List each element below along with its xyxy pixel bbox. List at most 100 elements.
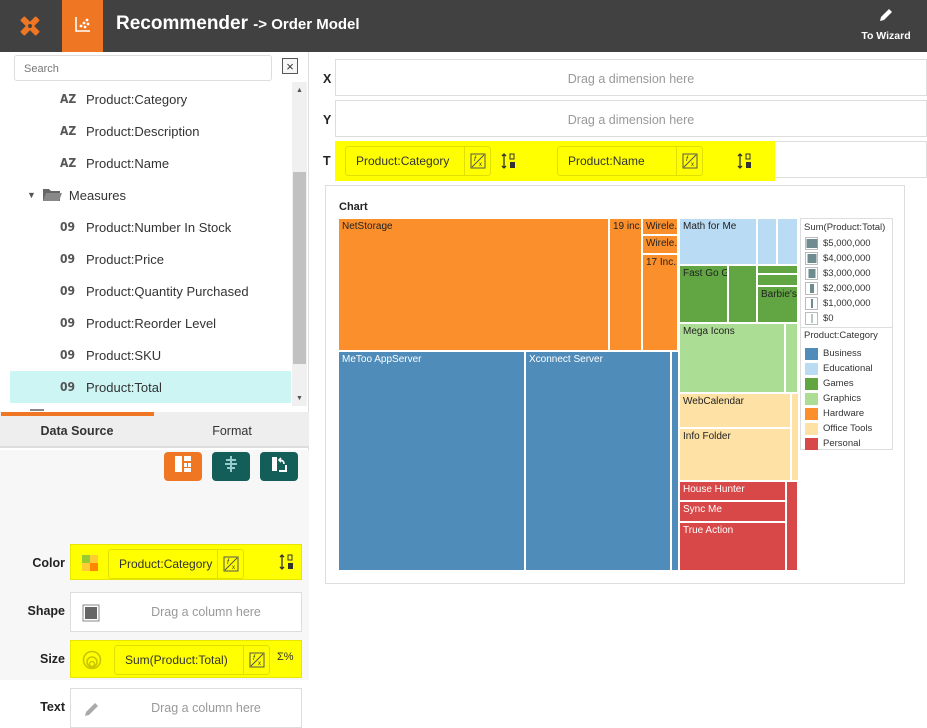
- treemap-cell[interactable]: [786, 481, 798, 571]
- expand-triangle-icon[interactable]: ▼: [27, 190, 36, 200]
- text-type-icon: AZ: [60, 92, 77, 106]
- color-label: Color: [32, 556, 65, 570]
- treemap-cell[interactable]: [757, 265, 798, 274]
- treemap-cell[interactable]: Wirele..: [642, 235, 678, 254]
- color-swatch-icon: [805, 437, 818, 450]
- tree-folder-measures[interactable]: ▼ Measures: [0, 179, 290, 211]
- text-type-icon: AZ: [60, 124, 77, 138]
- text-type-icon: AZ: [60, 156, 77, 170]
- t-field-pill-name[interactable]: Product:Name fx: [557, 146, 703, 176]
- scroll-up-arrow-icon[interactable]: ▲: [292, 84, 307, 98]
- treemap-cell[interactable]: [791, 393, 799, 481]
- treemap-cell[interactable]: 19 inc..: [609, 218, 642, 351]
- t-field-pill-category[interactable]: Product:Category fx: [345, 146, 491, 176]
- treemap-cell[interactable]: House Hunter: [679, 481, 786, 501]
- tree-item-label: Product:Category: [86, 91, 188, 107]
- tree-item-product-category[interactable]: AZ Product:Category: [10, 83, 291, 115]
- treemap-cell[interactable]: [757, 218, 777, 265]
- size-swatch-icon: [805, 267, 818, 280]
- treemap-cell[interactable]: Sync Me: [679, 501, 786, 522]
- size-legend-label: $2,000,000: [823, 283, 871, 294]
- treemap-cell[interactable]: [757, 274, 798, 286]
- swap-button[interactable]: [260, 452, 298, 481]
- treemap-chart-button[interactable]: [164, 452, 202, 481]
- size-legend-label: $0: [823, 313, 834, 324]
- color-legend-item[interactable]: Graphics: [805, 392, 861, 405]
- treemap-cell[interactable]: MeToo AppServer: [338, 351, 525, 571]
- x-drop-zone[interactable]: Drag a dimension here: [335, 59, 927, 96]
- y-axis-row: Y Drag a dimension here: [310, 100, 927, 140]
- treemap-cell[interactable]: [728, 265, 757, 323]
- treemap-cell[interactable]: Mega Icons: [679, 323, 785, 393]
- treemap-icon: [174, 455, 192, 478]
- color-legend-item[interactable]: Educational: [805, 362, 873, 375]
- tree-item-label: Product:Name: [86, 155, 170, 171]
- tree-item-total[interactable]: 09 Product:Total: [10, 371, 291, 403]
- tree-item-product-name[interactable]: AZ Product:Name: [10, 147, 291, 179]
- tree-item-reorder-level[interactable]: 09 Product:Reorder Level: [10, 307, 291, 339]
- tree-item-quantity-purchased[interactable]: 09 Product:Quantity Purchased: [10, 275, 291, 307]
- text-drop-zone[interactable]: Drag a column here: [70, 688, 302, 728]
- align-button[interactable]: [212, 452, 250, 481]
- treemap-cell[interactable]: Math for Me: [679, 218, 757, 265]
- tab-data-source[interactable]: Data Source: [0, 424, 154, 438]
- treemap-cell[interactable]: [671, 351, 679, 571]
- chart-app-button[interactable]: [62, 0, 103, 52]
- formula-icon[interactable]: fx: [676, 147, 702, 175]
- tree-scrollbar[interactable]: ▲ ▼: [292, 82, 307, 406]
- treemap-cell[interactable]: True Action: [679, 522, 786, 571]
- treemap-cell[interactable]: Info Folder: [679, 428, 791, 481]
- scroll-thumb[interactable]: [293, 172, 306, 364]
- treemap-cell[interactable]: Xconnect Server: [525, 351, 671, 571]
- treemap-cell[interactable]: 17 Inc..: [642, 254, 678, 351]
- treemap-cell[interactable]: NetStorage: [338, 218, 609, 351]
- active-tab-indicator: [1, 412, 154, 416]
- tree-item-price[interactable]: 09 Product:Price: [10, 243, 291, 275]
- legend-divider: [801, 327, 892, 328]
- formula-icon[interactable]: fx: [217, 550, 243, 578]
- tree-item-number-in-stock[interactable]: 09 Product:Number In Stock: [10, 211, 291, 243]
- number-type-icon: 09: [60, 284, 76, 298]
- size-legend-item: $5,000,000: [805, 237, 871, 250]
- color-legend-item[interactable]: Office Tools: [805, 422, 872, 435]
- color-drop-zone[interactable]: Product:Category fx: [70, 544, 302, 580]
- treemap-cell-label: Mega Icons: [683, 326, 735, 337]
- search-input[interactable]: Search: [14, 55, 272, 81]
- tab-format[interactable]: Format: [155, 424, 309, 438]
- size-field-pill[interactable]: Sum(Product:Total) fx: [114, 645, 270, 675]
- tree-item-sku[interactable]: 09 Product:SKU: [10, 339, 291, 371]
- tree-item-product-description[interactable]: AZ Product:Description: [10, 115, 291, 147]
- y-drop-zone[interactable]: Drag a dimension here: [335, 100, 927, 137]
- size-swatch-icon: [805, 312, 818, 325]
- treemap-cell[interactable]: WebCalendar: [679, 393, 791, 428]
- shape-drop-zone[interactable]: Drag a column here: [70, 592, 302, 632]
- formula-icon[interactable]: fx: [243, 646, 269, 674]
- formula-icon[interactable]: fx: [464, 147, 490, 175]
- treemap-cell[interactable]: Fast Go G..: [679, 265, 728, 323]
- size-legend-label: $3,000,000: [823, 268, 871, 279]
- sort-icon[interactable]: [501, 153, 517, 169]
- treemap-cell[interactable]: [777, 218, 798, 265]
- aggregate-sum-icon[interactable]: Σ%: [277, 651, 294, 663]
- color-legend-item[interactable]: Hardware: [805, 407, 864, 420]
- scroll-down-arrow-icon[interactable]: ▼: [292, 392, 307, 406]
- color-legend-item[interactable]: Personal: [805, 437, 861, 450]
- splitter-handle[interactable]: [30, 409, 44, 411]
- treemap-cell-label: Barbie's..: [761, 289, 797, 300]
- clear-search-button[interactable]: ×: [282, 58, 298, 74]
- treemap-cell-label: Fast Go G..: [683, 268, 727, 279]
- color-legend-item[interactable]: Business: [805, 347, 862, 360]
- color-legend-item[interactable]: Games: [805, 377, 854, 390]
- color-field-pill[interactable]: Product:Category fx: [108, 549, 244, 579]
- size-drop-zone[interactable]: Sum(Product:Total) fx Σ%: [70, 640, 302, 678]
- chart-legend: Sum(Product:Total) $5,000,000 $4,000,000 $…: [800, 218, 893, 450]
- folder-label: Measures: [68, 187, 126, 203]
- treemap-cell[interactable]: Barbie's..: [757, 286, 798, 323]
- to-wizard-button[interactable]: To Wizard: [861, 6, 911, 42]
- treemap-cell-label: NetStorage: [342, 221, 393, 232]
- sort-icon[interactable]: [737, 153, 753, 169]
- sort-icon[interactable]: [279, 554, 295, 570]
- to-wizard-label: To Wizard: [861, 30, 911, 42]
- treemap-cell[interactable]: [785, 323, 798, 393]
- treemap-cell[interactable]: Wirele..: [642, 218, 678, 235]
